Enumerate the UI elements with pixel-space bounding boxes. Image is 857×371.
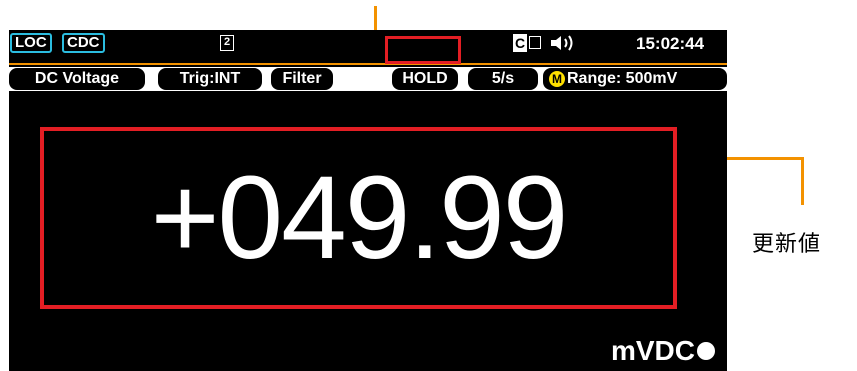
update-value-caption: 更新値	[752, 231, 822, 256]
interface-icon	[529, 36, 541, 49]
measurement-value: +049.99	[150, 152, 569, 284]
range-label: Range: 500mV	[567, 70, 678, 87]
ce-icon: C	[513, 34, 528, 52]
status-divider	[9, 63, 727, 65]
mode-badge: CDC	[62, 33, 105, 53]
auto-range-icon: M	[549, 71, 565, 87]
reading-callout-line-vertical	[801, 157, 804, 205]
settings-bar: DC Voltage Trig:INT Filter HOLD 5/s Rang…	[9, 67, 727, 91]
rate-tab[interactable]: 5/s	[468, 68, 538, 90]
hold-tab[interactable]: HOLD	[392, 68, 458, 90]
range-tab[interactable]: Range: 500mV	[543, 68, 727, 90]
loc-badge: LOC	[10, 33, 52, 53]
filter-tab[interactable]: Filter	[271, 68, 333, 90]
speaker-icon	[549, 33, 583, 59]
hold-highlight	[385, 36, 461, 64]
trigger-tab[interactable]: Trig:INT	[158, 68, 262, 90]
function-tab[interactable]: DC Voltage	[9, 68, 145, 90]
slot-icon: 2	[220, 35, 234, 51]
clock: 15:02:44	[636, 34, 705, 53]
instrument-display: LOC CDC 2 C 15:02:44 DC Voltage Trig:INT…	[9, 30, 727, 371]
sampling-indicator-icon	[697, 342, 715, 360]
measurement-unit: mVDC	[610, 335, 695, 366]
reading-highlight: +049.99	[40, 127, 677, 309]
